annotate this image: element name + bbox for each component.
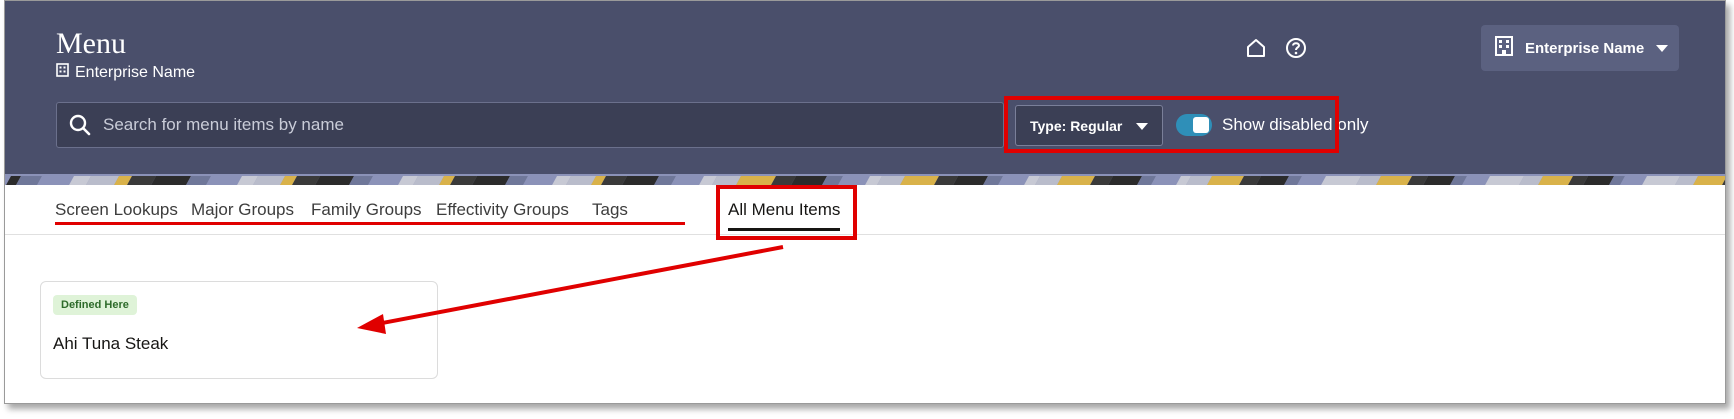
search-input[interactable] (91, 114, 1003, 136)
app-window: Menu Enterprise Name Enterprise Name Sea… (4, 0, 1726, 404)
tab-major-groups[interactable]: Major Groups (191, 200, 294, 220)
tab-family-groups[interactable]: Family Groups (311, 200, 422, 220)
page-title: Menu (56, 27, 126, 60)
enterprise-subtitle: Enterprise Name (56, 63, 195, 82)
tabs-annotation-underline (55, 222, 685, 225)
active-tab-highlight-box (716, 185, 857, 240)
building-icon (56, 63, 69, 82)
tab-bar: Screen Lookups Major Groups Family Group… (5, 185, 1725, 240)
enterprise-selector-button[interactable]: Enterprise Name (1481, 25, 1679, 71)
tab-effectivity-groups[interactable]: Effectivity Groups (436, 200, 569, 220)
status-badge: Defined Here (53, 295, 137, 315)
enterprise-name-label: Enterprise Name (75, 63, 196, 81)
filter-highlight-box (1004, 96, 1339, 153)
help-icon[interactable] (1281, 35, 1311, 61)
menu-item-name: Ahi Tuna Steak (53, 334, 169, 353)
page-header: Menu Enterprise Name Enterprise Name Sea… (5, 1, 1725, 174)
tab-tags[interactable]: Tags (592, 200, 628, 220)
decorative-banner-pattern (5, 174, 1725, 185)
search-icon (69, 114, 91, 136)
home-icon[interactable] (1241, 35, 1271, 61)
enterprise-selector-label: Enterprise Name (1525, 39, 1645, 57)
tab-screen-lookups[interactable]: Screen Lookups (55, 200, 178, 220)
building-icon (1495, 36, 1513, 60)
menu-item-card[interactable]: Defined Here Ahi Tuna Steak (40, 281, 438, 379)
search-box (56, 102, 1004, 148)
chevron-down-icon (1656, 40, 1669, 57)
